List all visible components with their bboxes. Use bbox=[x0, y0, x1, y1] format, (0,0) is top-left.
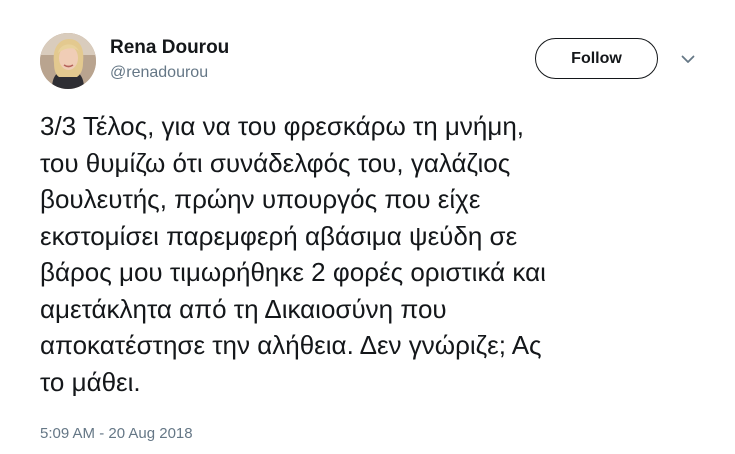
follow-button[interactable]: Follow bbox=[535, 38, 658, 79]
tweet-timestamp[interactable]: 5:09 AM - 20 Aug 2018 bbox=[40, 425, 193, 442]
author-name[interactable]: Rena Dourou bbox=[110, 37, 229, 59]
follow-button-label: Follow bbox=[571, 49, 622, 67]
avatar[interactable] bbox=[40, 33, 96, 89]
tweet-text-line: το μάθει. bbox=[40, 366, 141, 397]
tweet-text: 3/3 Τέλος, για να του φρεσκάρω τη μνήμη,… bbox=[40, 108, 710, 400]
tweet-card: Rena Dourou @renadourou Follow 3/3 Τέλος… bbox=[0, 0, 735, 454]
tweet-text-line: βουλευτής, πρώην υπουργός που είχε bbox=[40, 184, 481, 214]
author-handle[interactable]: @renadourou bbox=[110, 64, 208, 82]
avatar-image bbox=[40, 33, 96, 89]
more-options-button[interactable] bbox=[679, 52, 697, 66]
tweet-text-line: βάρος μου τιμωρήθηκε 2 φορές οριστικά κα… bbox=[40, 257, 546, 287]
tweet-text-line: 3/3 Τέλος, για να του φρεσκάρω τη μνήμη, bbox=[40, 111, 525, 141]
chevron-down-icon bbox=[681, 55, 695, 63]
tweet-text-line: αποκατέστησε την αλήθεια. Δεν γνώριζε; Α… bbox=[40, 330, 542, 360]
tweet-text-line: αμετάκλητα από τη Δικαιοσύνη που bbox=[40, 293, 447, 324]
tweet-text-line: εκστομίσει παρεμφερή αβάσιμα ψεύδη σε bbox=[40, 220, 518, 251]
tweet-text-line: του θυμίζω ότι συνάδελφός του, γαλάζιος bbox=[40, 147, 511, 178]
